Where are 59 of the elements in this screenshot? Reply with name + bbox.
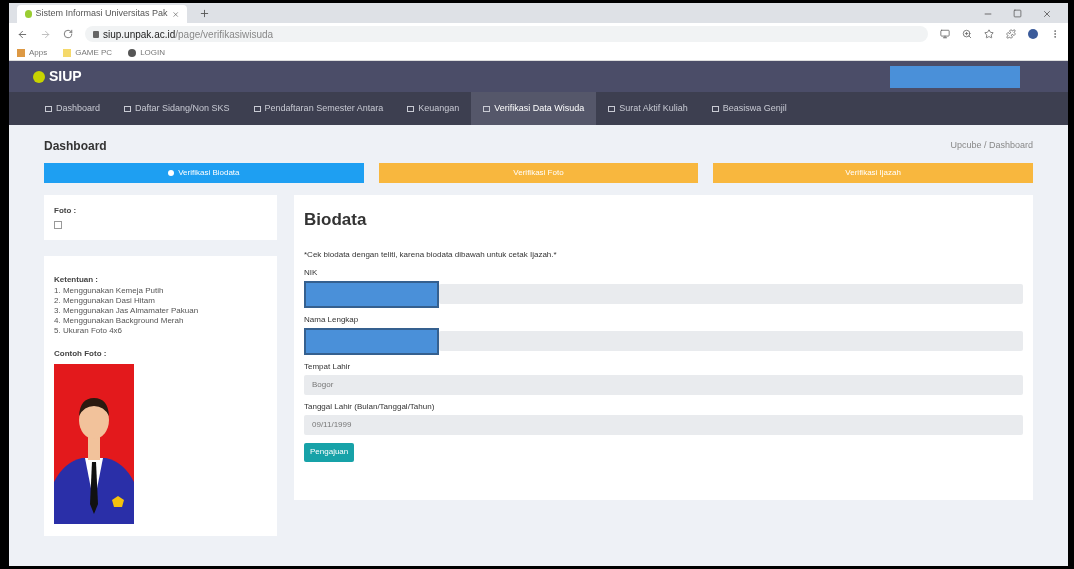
rule-item: 4. Menggunakan Background Merah [54, 316, 185, 326]
text-field[interactable] [439, 284, 1023, 304]
puzzle-icon[interactable] [1006, 29, 1016, 39]
form-note: *Cek biodata dengan teliti, karena biodata dibawah untuk cetak Ijazah.* [304, 248, 558, 261]
browser-tab[interactable]: Sistem Informasi Universitas Pak [17, 5, 187, 23]
rule-item: 5. Ukuran Foto 4x6 [54, 326, 124, 336]
folder-icon [63, 48, 72, 57]
field-label: Tempat Lahir [304, 360, 352, 373]
nav-tab[interactable]: Keuangan [395, 92, 472, 125]
nav-icon [253, 105, 261, 112]
nav-icon [483, 105, 491, 112]
nav-icon [124, 105, 132, 112]
zoom-icon[interactable] [962, 29, 972, 39]
bookmark-link[interactable]: LOGIN [128, 46, 166, 59]
rule-item: 2. Menggunakan Dasi Hitam [54, 296, 156, 306]
logo-text: SIUP [49, 67, 82, 86]
text-field[interactable]: Bogor [304, 374, 1023, 395]
address-bar[interactable]: siup.unpak.ac.id/page/verifikasiwisuda [85, 26, 928, 42]
nav-tab[interactable]: Dashboard [33, 92, 113, 125]
nav-icon [45, 105, 52, 112]
profile-avatar[interactable] [1028, 29, 1038, 39]
page-title: Dashboard [44, 138, 107, 155]
nav-tab[interactable]: Surat Aktif Kuliah [596, 92, 700, 125]
lock-icon [93, 30, 99, 38]
cast-icon[interactable] [940, 29, 950, 39]
nav-tab[interactable]: Verifikasi Data Wisuda [471, 92, 597, 125]
back-icon[interactable] [17, 28, 28, 40]
field-label: NIK [304, 266, 319, 279]
logo-icon [33, 70, 45, 83]
reload-icon[interactable] [63, 29, 73, 39]
broken-image-icon [54, 221, 62, 229]
globe-icon [128, 48, 137, 57]
example-label: Contoh Foto : [54, 348, 108, 360]
close-icon[interactable] [171, 9, 179, 19]
field-label: Nama Lengkap [304, 313, 360, 326]
field-label: Tanggal Lahir (Bulan/Tanggal/Tahun) [304, 400, 436, 413]
nav-icon [608, 105, 616, 112]
nav-icon [711, 105, 719, 112]
nav-tab[interactable]: Pendaftaran Semester Antara [241, 92, 396, 125]
bookmark-link[interactable]: GAME PC [63, 46, 113, 59]
maximize-icon[interactable] [1013, 9, 1022, 18]
nav-icon [407, 105, 415, 112]
site-icon [25, 10, 32, 18]
rules-title: Ketentuan : [54, 274, 99, 286]
apps-grid-icon [17, 48, 25, 57]
nav-tab[interactable]: Beasiswa Genjil [699, 92, 799, 125]
bookmark-link[interactable]: Apps [17, 46, 48, 59]
photo-label: Foto : [54, 205, 78, 217]
text-field[interactable]: 09/11/1999 [304, 414, 1023, 435]
rule-item: 3. Menggunakan Jas Almamater Pakuan [54, 306, 200, 316]
rule-item: 1. Menggunakan Kemeja Putih [54, 286, 165, 296]
form-title: Biodata [304, 209, 368, 231]
nav-tab[interactable]: Daftar Sidang/Non SKS [112, 92, 242, 125]
close-icon[interactable] [1042, 9, 1052, 19]
text-field[interactable] [439, 331, 1023, 351]
new-tab-icon[interactable] [199, 8, 210, 19]
breadcrumb: Upcube / Dashboard [950, 139, 1033, 153]
forward-icon[interactable] [40, 28, 51, 40]
star-icon[interactable] [984, 29, 994, 39]
